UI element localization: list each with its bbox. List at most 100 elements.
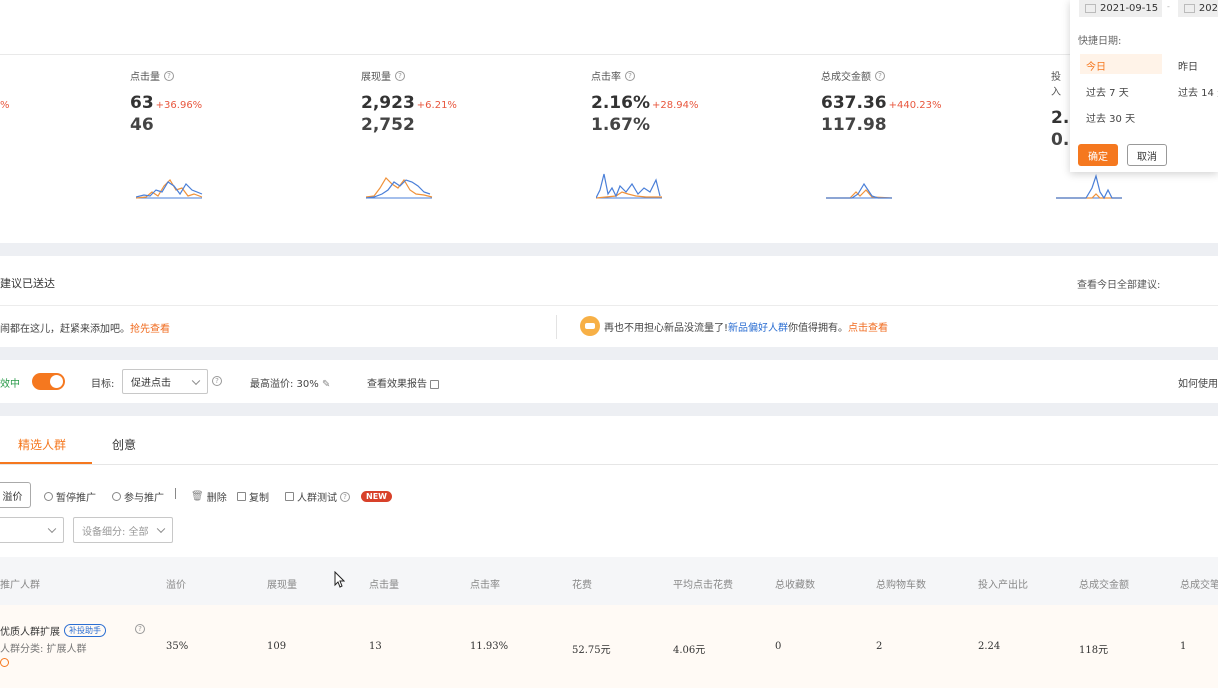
report-icon [430,379,440,389]
metric-roi[interactable]: 投入 2. 0.5 [1051,68,1070,150]
crowd-name: 优质人群扩展 [0,627,60,638]
max-premium-text: 最高溢价: 30% [250,379,319,390]
col-roi[interactable]: 投入产出比 [978,576,1028,591]
col-gmv[interactable]: 总成交金额 [1079,576,1129,591]
copy-button[interactable]: 复制 [237,489,269,504]
cell-cpc: 4.06元 [673,645,706,656]
pause-label: 暂停推广 [56,493,96,504]
metric-label: 总成交金额 [821,72,871,83]
sparkline-clicks [136,179,203,199]
metric-label: 展现量 [361,72,391,83]
cell-premium[interactable]: 35% [166,641,188,652]
status-toggle[interactable] [32,373,65,390]
delete-button[interactable]: 🗑 删除 [191,489,227,504]
col-cost[interactable]: 花费 [572,576,592,591]
sparkline-ctr [596,173,662,199]
help-icon[interactable]: ? [212,376,222,386]
crowd-test-label: 人群测试 [297,493,337,504]
col-orders[interactable]: 总成交笔 [1180,576,1218,591]
col-clicks[interactable]: 点击量 [369,576,399,591]
cancel-label: 取消 [1137,151,1157,163]
quick-option-today[interactable]: 今日 [1086,58,1106,73]
effect-report-link[interactable]: 查看效果报告 [367,375,440,390]
cell-cost: 52.75元 [572,645,611,656]
cell-cart: 2 [876,641,883,652]
col-cpc[interactable]: 平均点击花费 [673,576,733,591]
metric-value: 63 [130,93,154,113]
view-all-suggestions-link[interactable]: 查看今日全部建议: [1077,276,1160,291]
metric-compare: 0.5 [1051,130,1070,150]
end-date-value: 202 [1198,3,1218,14]
mouse-cursor-icon [334,571,345,588]
crowd-category: 人群分类: 扩展人群 [0,644,87,655]
quick-option-30days[interactable]: 过去 30 天 [1086,110,1135,125]
metric-clicks[interactable]: 点击量? 63 +36.96% 46 [130,68,330,135]
goal-select[interactable]: 促进点击 [122,369,208,394]
suggestion-left-link[interactable]: 抢先查看 [130,324,170,335]
premium-button-label: 溢价 [2,491,23,503]
play-icon [112,492,121,501]
join-label: 参与推广 [124,493,164,504]
pencil-icon[interactable]: ✎ [322,379,330,390]
metrics-header-strip [0,0,1218,55]
help-icon[interactable]: ? [135,624,145,634]
suggestion-title: 建议已送达 [0,277,55,290]
quick-option-7days[interactable]: 过去 7 天 [1086,84,1129,99]
crowd-test-button[interactable]: 人群测试? NEW [285,489,392,504]
cancel-button[interactable]: 取消 [1127,144,1167,166]
confirm-button[interactable]: 确定 [1078,144,1118,166]
device-filter-select[interactable]: 设备细分: 全部 [73,517,173,543]
help-icon[interactable]: ? [164,70,174,81]
helper-badge[interactable]: 补投助手 [64,624,106,637]
calendar-icon [1085,4,1096,13]
how-to-use-link[interactable]: 如何使用 [1178,375,1218,390]
join-promo-button[interactable]: 参与推广 [112,489,164,504]
chevron-down-icon [47,524,57,534]
suggestion-right-link[interactable]: 点击查看 [848,319,888,334]
help-icon[interactable]: ? [340,491,350,502]
help-icon[interactable]: ? [395,70,405,81]
premium-button[interactable]: 溢价 [0,482,31,508]
end-date-input[interactable]: 202 [1178,0,1218,17]
help-icon[interactable]: ? [625,70,635,81]
quick-option-yesterday[interactable]: 昨日 [1178,58,1198,73]
confirm-label: 确定 [1088,151,1108,163]
metric-label: 投入 [1051,72,1061,98]
chevron-down-icon [156,524,166,534]
metric-compare: 117.98 [821,115,887,135]
tab-creative[interactable]: 创意 [112,436,136,453]
crowd-name-cell: 优质人群扩展 补投助手 [0,623,106,638]
copy-icon [237,492,246,501]
pause-icon [44,492,53,501]
help-icon[interactable]: ? [875,70,885,81]
start-date-value: 2021-09-15 [1100,3,1159,14]
tab-selected-crowd[interactable]: 精选人群 [18,436,66,453]
chevron-down-icon [191,376,201,385]
start-date-input[interactable]: 2021-09-15 [1079,0,1162,17]
trash-icon: 🗑 [191,491,204,502]
col-cart[interactable]: 总购物车数 [876,576,926,591]
col-premium[interactable]: 溢价 [166,576,186,591]
suggestion-left: 闹都在这儿，赶紧来添加吧。抢先查看 [0,320,170,335]
metric-ctr[interactable]: 点击率? 2.16% +28.94% 1.67% [591,68,791,135]
filter-select-1[interactable] [0,517,64,543]
pause-promo-button[interactable]: 暂停推广 [44,489,96,504]
col-ctr[interactable]: 点击率 [470,576,500,591]
col-impressions[interactable]: 展现量 [267,576,297,591]
metric-label: 点击量 [130,72,160,83]
copy-label: 复制 [249,493,269,504]
metric-compare: 46 [130,115,154,135]
metric-change: +28.94% [651,100,699,111]
effect-report-text: 查看效果报告 [367,379,427,390]
toolbar-divider [175,488,176,499]
quick-option-14days[interactable]: 过去 14 天 [1178,84,1218,99]
metric-impressions[interactable]: 展现量? 2,923 +6.21% 2,752 [361,68,561,135]
metric-compare: 2,752 [361,115,415,135]
warning-icon[interactable] [0,658,9,667]
col-favorites[interactable]: 总收藏数 [775,576,815,591]
metric-label: 点击率 [591,72,621,83]
metric-gmv[interactable]: 总成交金额? 637.36 +440.23% 117.98 [821,68,1021,135]
new-product-crowd-link[interactable]: 新品偏好人群 [728,319,788,334]
metric-value: 2,923 [361,93,415,113]
metric-change: +36.96% [155,100,203,111]
